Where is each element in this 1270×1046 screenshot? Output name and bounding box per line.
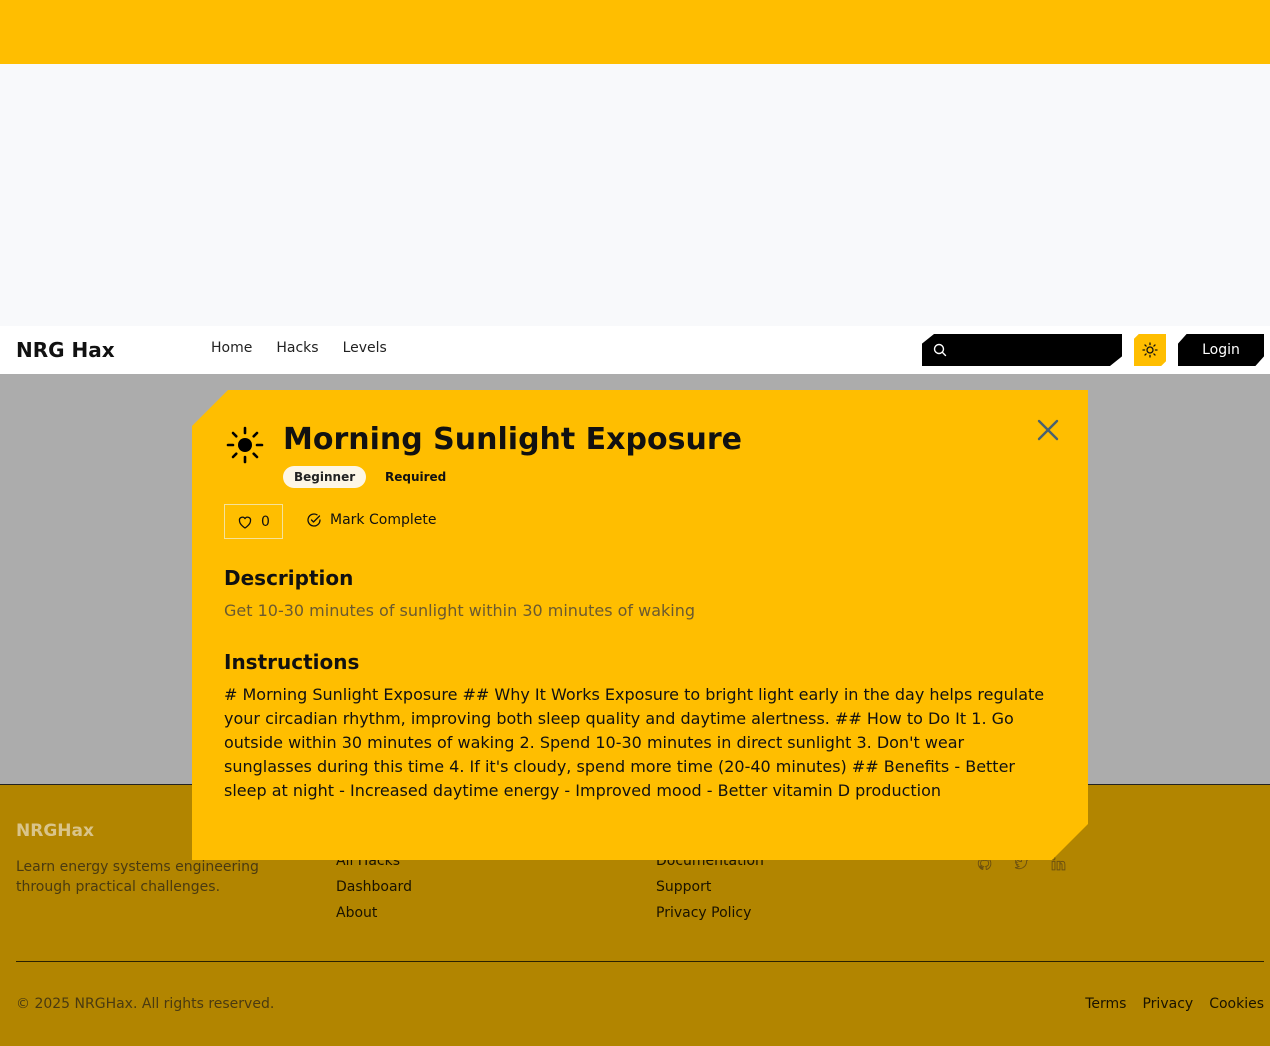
navbar: NRG Hax Home Hacks Levels Login — [0, 326, 1270, 374]
nav-links: Home Hacks Levels — [211, 340, 387, 356]
instructions-text: # Morning Sunlight Exposure ## Why It Wo… — [224, 685, 1045, 800]
sun-icon — [1142, 342, 1158, 358]
blank-area — [0, 64, 1270, 326]
instructions-heading: Instructions — [224, 650, 360, 674]
like-count: 0 — [261, 513, 270, 530]
hack-detail-modal: Morning Sunlight Exposure Beginner Requi… — [192, 390, 1088, 860]
like-button[interactable]: 0 — [224, 504, 283, 539]
mark-complete-button[interactable]: Mark Complete — [306, 512, 436, 528]
required-badge: Required — [385, 470, 447, 484]
footer-link-dashboard[interactable]: Dashboard — [336, 879, 412, 895]
footer-links-secondary: Documentation Support Privacy Policy — [656, 853, 764, 921]
nav-home[interactable]: Home — [211, 340, 252, 356]
login-button[interactable]: Login — [1178, 334, 1264, 366]
legal-link-privacy[interactable]: Privacy — [1142, 996, 1193, 1012]
footer-tagline: Learn energy systems engineering through… — [16, 859, 259, 895]
footer-links-primary: All Hacks Dashboard About — [336, 853, 412, 921]
close-icon[interactable] — [1035, 417, 1061, 443]
legal-link-terms[interactable]: Terms — [1085, 996, 1126, 1012]
footer-brand: NRGHax — [16, 821, 94, 841]
search-box[interactable] — [922, 334, 1122, 366]
description-text: Get 10-30 minutes of sunlight within 30 … — [224, 601, 696, 620]
legal-link-cookies[interactable]: Cookies — [1209, 996, 1264, 1012]
difficulty-badge: Beginner — [283, 466, 366, 488]
theme-toggle-button[interactable] — [1134, 334, 1166, 366]
mark-complete-label: Mark Complete — [330, 512, 437, 528]
copyright: © 2025 NRGHax. All rights reserved. — [16, 996, 275, 1012]
footer-link-about[interactable]: About — [336, 905, 412, 921]
description-heading: Description — [224, 566, 354, 590]
brand-logo[interactable]: NRG Hax — [16, 338, 115, 362]
search-input[interactable] — [954, 334, 1114, 366]
check-circle-icon — [306, 512, 322, 528]
heart-icon — [237, 514, 253, 530]
top-banner — [0, 0, 1270, 64]
footer-divider — [16, 961, 1264, 962]
footer-link-support[interactable]: Support — [656, 879, 764, 895]
nav-hacks[interactable]: Hacks — [276, 340, 318, 356]
nav-levels[interactable]: Levels — [343, 340, 387, 356]
legal-links: Terms Privacy Cookies — [1085, 996, 1264, 1012]
search-icon — [933, 343, 947, 357]
footer-link-privacy-policy[interactable]: Privacy Policy — [656, 905, 764, 921]
modal-title: Morning Sunlight Exposure — [283, 422, 742, 457]
sun-icon — [226, 426, 264, 464]
